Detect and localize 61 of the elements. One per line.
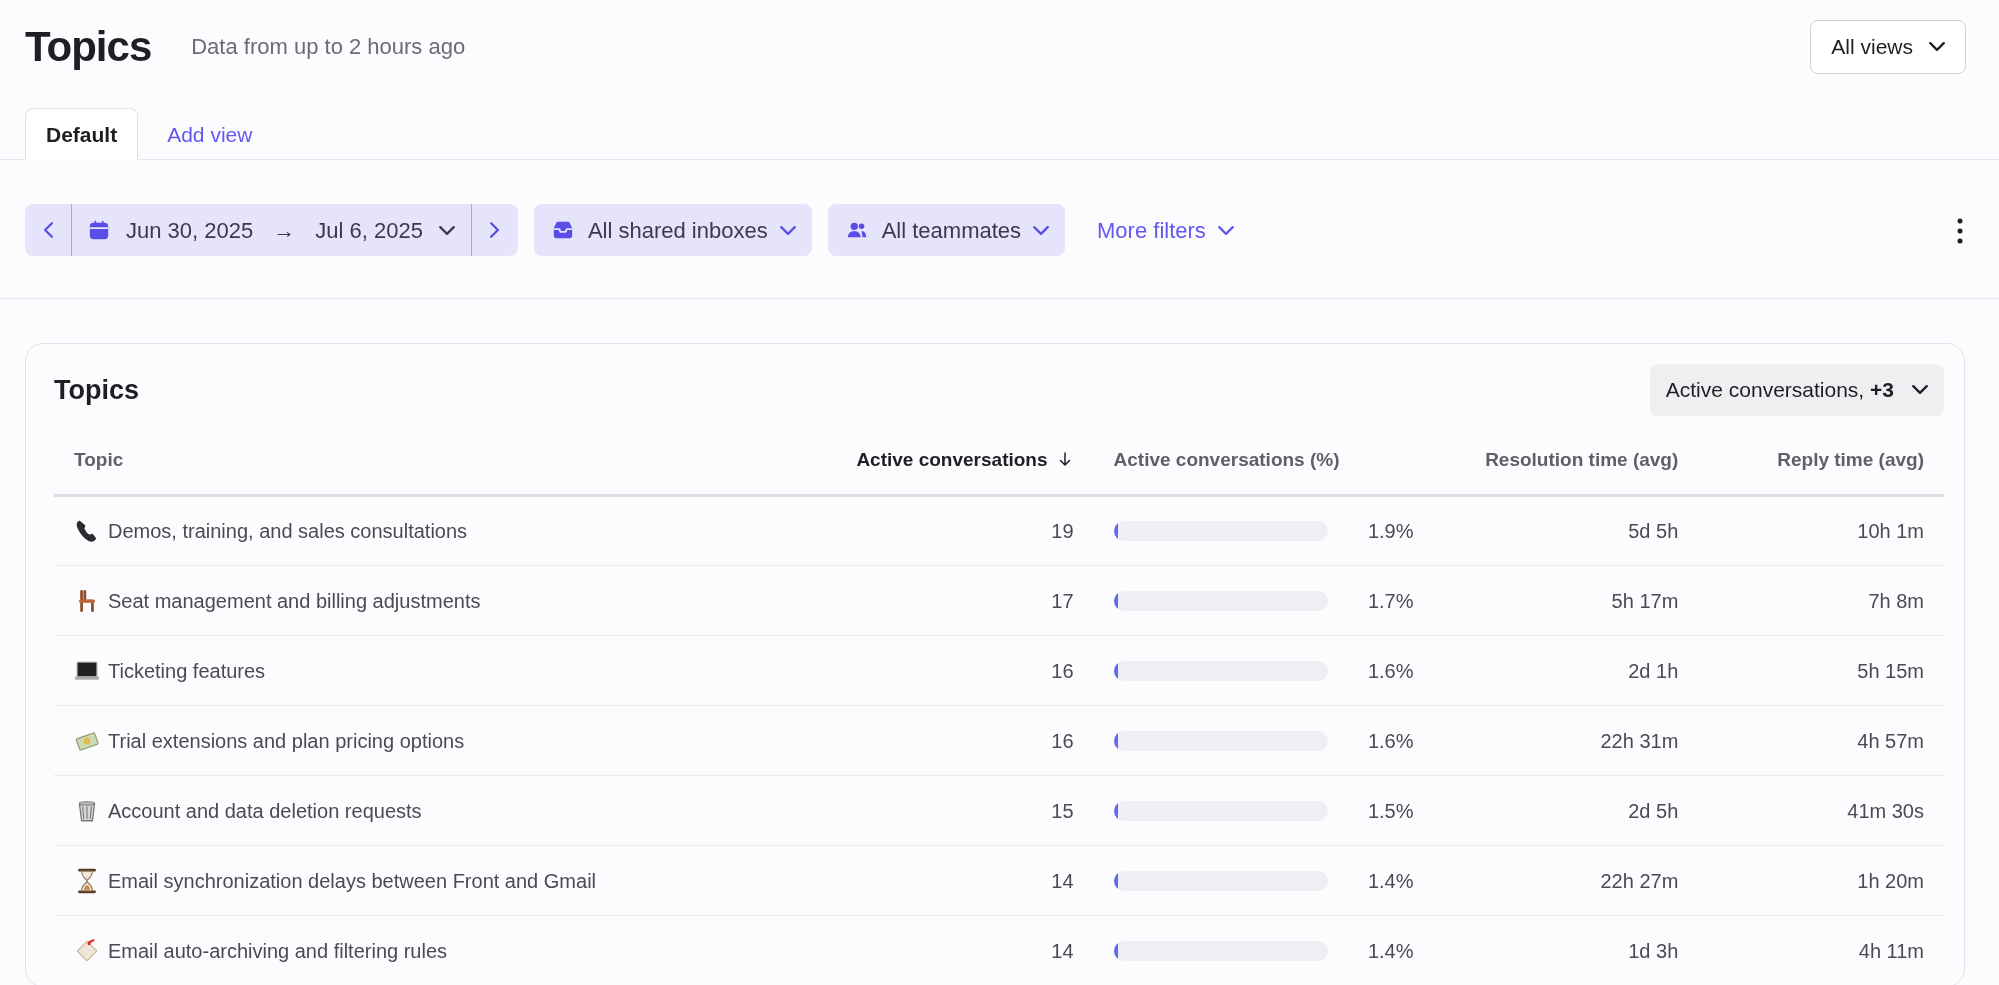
column-header[interactable]: Active conversations (%)	[1093, 433, 1434, 496]
kebab-menu-icon	[1956, 217, 1964, 246]
data-freshness-note: Data from up to 2 hours ago	[191, 33, 466, 62]
reply-time: 4h 57m	[1857, 729, 1924, 752]
column-header[interactable]: Active conversations	[810, 433, 1094, 496]
reply-time: 1h 20m	[1857, 869, 1924, 892]
topic-name[interactable]: Email synchronization delays between Front and Gmail	[108, 865, 597, 896]
percentage-value: 1.5%	[1366, 798, 1414, 824]
resolution-time: 2d 1h	[1628, 659, 1679, 682]
reply-time: 10h 1m	[1857, 520, 1924, 542]
conversation-count: 15	[1051, 799, 1074, 822]
chevron-down-icon	[1912, 385, 1928, 395]
teammates-filter[interactable]: All teammates	[827, 204, 1066, 256]
percentage-value: 1.4%	[1366, 938, 1414, 964]
conversation-count: 16	[1051, 729, 1074, 752]
reply-time: 5h 15m	[1857, 659, 1924, 682]
percentage-value: 1.9%	[1366, 519, 1414, 544]
inbox-filter[interactable]: All shared inboxes	[533, 204, 812, 256]
resolution-time: 1d 3h	[1628, 939, 1679, 962]
chevron-down-icon	[438, 225, 455, 235]
column-header[interactable]: Resolution time (avg)	[1433, 433, 1699, 496]
conversation-count: 17	[1051, 589, 1074, 612]
views-dropdown[interactable]: All views	[1810, 20, 1966, 74]
column-header[interactable]: Reply time (avg)	[1698, 433, 1944, 496]
conversation-count: 16	[1051, 659, 1074, 682]
topic-name[interactable]: Email auto-archiving and filtering rules	[108, 935, 448, 966]
chevron-down-icon	[779, 225, 796, 235]
topic-tag-icon	[74, 937, 100, 964]
card-title: Topics	[54, 373, 139, 406]
reply-time: 4h 11m	[1858, 939, 1924, 962]
view-tab[interactable]: Add view	[146, 107, 274, 160]
reply-time: 41m 30s	[1847, 799, 1924, 822]
topic-name[interactable]: Seat management and billing adjustments	[108, 585, 481, 616]
percentage-value: 1.6%	[1366, 728, 1414, 754]
resolution-time: 2d 5h	[1628, 799, 1679, 822]
resolution-time: 22h 31m	[1600, 729, 1679, 752]
percentage-value: 1.6%	[1366, 658, 1414, 684]
chevron-right-icon	[490, 222, 500, 238]
calendar-icon	[88, 219, 110, 241]
topic-name[interactable]: Demos, training, and sales consultations	[108, 516, 468, 546]
more-filters-button[interactable]: More filters	[1091, 212, 1240, 248]
percentage-value: 1.4%	[1366, 868, 1414, 894]
metrics-dropdown[interactable]: Active conversations, +3	[1649, 364, 1944, 416]
column-header[interactable]: Topic	[54, 433, 811, 496]
resolution-time: 22h 27m	[1600, 869, 1679, 892]
percentage-value: 1.7%	[1366, 588, 1414, 614]
chevron-down-icon	[1929, 42, 1945, 52]
conversation-count: 14	[1051, 939, 1074, 962]
conversation-count: 19	[1051, 520, 1074, 542]
chevron-down-icon	[1217, 225, 1234, 235]
topic-name[interactable]: Account and data deletion requests	[108, 795, 422, 826]
chevron-down-icon	[1033, 225, 1050, 235]
topic-name[interactable]: Ticketing features	[108, 655, 266, 686]
conversation-count: 14	[1051, 869, 1074, 892]
reply-time: 7h 8m	[1868, 589, 1924, 612]
resolution-time: 5d 5h	[1628, 520, 1679, 542]
topic-name[interactable]: Trial extensions and plan pricing options	[108, 725, 465, 756]
chevron-left-icon	[43, 222, 53, 238]
page-title: Topics	[25, 21, 152, 72]
resolution-time: 5h 17m	[1611, 589, 1679, 612]
view-tab[interactable]: Default	[25, 107, 139, 160]
